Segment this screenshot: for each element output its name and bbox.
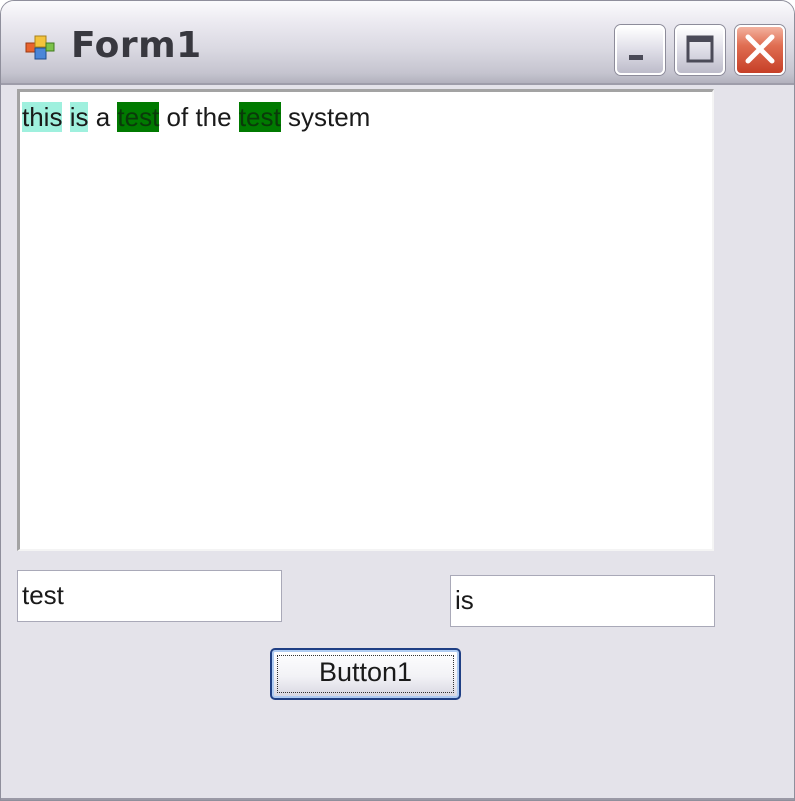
text-segment: a [88, 102, 118, 132]
form-client-area: this is a test of the test system test i… [7, 85, 790, 796]
button1-label: Button1 [318, 657, 413, 687]
close-icon [745, 34, 775, 64]
text-segment: system [280, 102, 371, 132]
winforms-app-icon [25, 35, 55, 60]
highlighted-word: this [22, 102, 63, 132]
title-bar[interactable]: Form1 [1, 1, 794, 85]
button1[interactable]: Button1 [270, 648, 461, 700]
search-word-input[interactable]: test [17, 570, 282, 622]
close-button[interactable] [735, 25, 785, 75]
highlighted-word: test [238, 102, 281, 132]
maximize-button[interactable] [675, 25, 725, 75]
text-segment: of the [159, 102, 239, 132]
minimize-button[interactable] [615, 25, 665, 75]
maximize-icon [686, 35, 714, 63]
highlighted-word: test [117, 102, 160, 132]
second-word-input[interactable]: is [450, 575, 715, 627]
rich-text-box[interactable]: this is a test of the test system [17, 89, 714, 551]
highlighted-word: is [69, 102, 89, 132]
text-segment [62, 102, 69, 132]
minimize-icon [629, 55, 643, 60]
form1-window: Form1 this is a test of the test system … [0, 0, 795, 801]
window-title: Form1 [71, 25, 202, 66]
